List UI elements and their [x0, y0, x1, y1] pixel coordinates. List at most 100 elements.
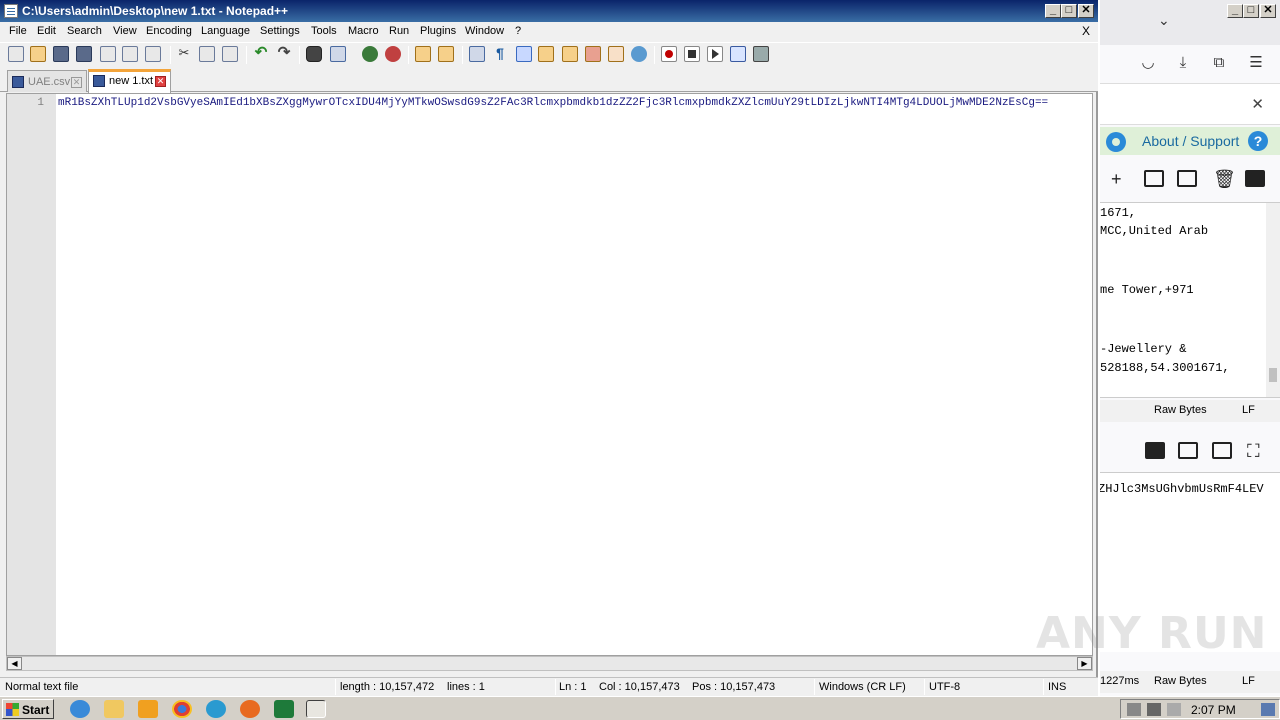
- internet-explorer-icon[interactable]: [70, 700, 90, 718]
- playback-macro-icon[interactable]: [707, 46, 723, 62]
- undo-icon[interactable]: ↶: [253, 45, 269, 62]
- trash-icon[interactable]: 🗑: [1213, 169, 1236, 190]
- editor-line-text[interactable]: mR1BsZXhTLUp1d2VsbGVyeSAmIEd1bXBsZXggMyw…: [58, 97, 1090, 109]
- tab-new-1-txt[interactable]: new 1.txt ✕: [88, 69, 171, 93]
- menu-encoding[interactable]: Encoding: [146, 25, 192, 37]
- gear-icon[interactable]: [1106, 132, 1126, 152]
- new-file-icon[interactable]: [8, 46, 24, 62]
- browser-close-button[interactable]: ✕: [1260, 4, 1276, 18]
- browser-restore-button[interactable]: □: [1243, 4, 1259, 18]
- scroll-thumb[interactable]: [1269, 368, 1277, 382]
- menu-help[interactable]: ?: [515, 25, 521, 37]
- zoom-in-icon[interactable]: [362, 46, 378, 62]
- redo-icon[interactable]: ↷: [276, 45, 292, 62]
- save-all-icon[interactable]: [76, 46, 92, 62]
- run-macro-multiple-icon[interactable]: [730, 46, 746, 62]
- maximize-button[interactable]: □: [1061, 4, 1077, 18]
- language-udl-icon[interactable]: [538, 46, 554, 62]
- replace-input-icon[interactable]: [1212, 442, 1232, 459]
- cut-icon[interactable]: ✂: [176, 46, 192, 62]
- input-pane[interactable]: 1671, MCC,United Arab me Tower,+971 -Jew…: [1100, 202, 1280, 398]
- about-support-link[interactable]: About / Support: [1142, 133, 1239, 149]
- save-macro-icon[interactable]: [753, 46, 769, 62]
- close-document-button[interactable]: X: [1082, 24, 1090, 38]
- media-player-icon[interactable]: [138, 700, 158, 718]
- function-list-icon[interactable]: [585, 46, 601, 62]
- open-folder-icon[interactable]: [1144, 170, 1164, 187]
- print-icon[interactable]: [145, 46, 161, 62]
- show-all-characters-icon[interactable]: ¶: [492, 46, 508, 62]
- notepadpp-taskbar-icon[interactable]: [306, 700, 326, 718]
- close-all-icon[interactable]: [122, 46, 138, 62]
- start-button[interactable]: Start: [2, 699, 54, 719]
- monitoring-eye-icon[interactable]: [631, 46, 647, 62]
- menu-tools[interactable]: Tools: [311, 25, 337, 37]
- about-support-bar[interactable]: About / Support ?: [1100, 127, 1280, 155]
- excel-icon[interactable]: [274, 700, 294, 718]
- tab-uae-csv[interactable]: UAE.csv ✕: [7, 70, 87, 92]
- save-icon[interactable]: [1145, 442, 1165, 459]
- open-file-icon[interactable]: [1177, 170, 1197, 187]
- minimize-button[interactable]: _: [1045, 4, 1061, 18]
- sync-vertical-icon[interactable]: [415, 46, 431, 62]
- record-macro-icon[interactable]: [661, 46, 677, 62]
- volume-icon[interactable]: [1127, 703, 1141, 716]
- menu-run[interactable]: Run: [389, 25, 409, 37]
- scroll-left-icon[interactable]: ◀: [7, 657, 22, 670]
- copy-icon[interactable]: [1178, 442, 1198, 459]
- download-icon[interactable]: ⤓: [1174, 54, 1192, 72]
- tab-close-icon[interactable]: ✕: [71, 77, 82, 88]
- eol-lf-label[interactable]: LF: [1242, 675, 1255, 687]
- menu-file[interactable]: File: [9, 25, 27, 37]
- zoom-out-icon[interactable]: [385, 46, 401, 62]
- explorer-icon[interactable]: [104, 700, 124, 718]
- chevron-down-icon[interactable]: ⌄: [1158, 12, 1170, 29]
- extensions-icon[interactable]: ⧉: [1210, 54, 1228, 72]
- network-icon[interactable]: [1147, 703, 1161, 716]
- menu-search[interactable]: Search: [67, 25, 102, 37]
- tab-close-icon[interactable]: ✕: [155, 76, 166, 87]
- edge-icon[interactable]: [206, 700, 226, 718]
- chrome-icon[interactable]: [172, 700, 192, 718]
- find-icon[interactable]: [306, 46, 322, 62]
- flag-icon[interactable]: [1167, 703, 1181, 716]
- vertical-scrollbar[interactable]: [1266, 203, 1280, 397]
- help-icon[interactable]: ?: [1248, 131, 1268, 151]
- title-bar[interactable]: C:\Users\admin\Desktop\new 1.txt - Notep…: [0, 0, 1098, 22]
- document-map-icon[interactable]: [562, 46, 578, 62]
- menu-settings[interactable]: Settings: [260, 25, 300, 37]
- paste-icon[interactable]: [222, 46, 238, 62]
- menu-view[interactable]: View: [113, 25, 137, 37]
- menu-window[interactable]: Window: [465, 25, 504, 37]
- close-file-icon[interactable]: [100, 46, 116, 62]
- horizontal-scrollbar[interactable]: ◀ ▶: [6, 656, 1093, 671]
- eol-lf-label[interactable]: LF: [1242, 404, 1255, 416]
- close-icon[interactable]: ✕: [1251, 95, 1264, 113]
- indent-guide-icon[interactable]: [516, 46, 532, 62]
- fullscreen-icon[interactable]: ⛶: [1247, 441, 1260, 462]
- menu-macro[interactable]: Macro: [348, 25, 379, 37]
- raw-bytes-label[interactable]: Raw Bytes: [1154, 404, 1207, 416]
- raw-bytes-label[interactable]: Raw Bytes: [1154, 675, 1207, 687]
- close-button[interactable]: ✕: [1078, 4, 1094, 18]
- sync-horizontal-icon[interactable]: [438, 46, 454, 62]
- menu-edit[interactable]: Edit: [37, 25, 56, 37]
- stop-recording-icon[interactable]: [684, 46, 700, 62]
- browser-minimize-button[interactable]: _: [1227, 4, 1243, 18]
- word-wrap-icon[interactable]: [469, 46, 485, 62]
- firefox-icon[interactable]: [240, 700, 260, 718]
- copy-icon[interactable]: [199, 46, 215, 62]
- replace-icon[interactable]: [330, 46, 346, 62]
- text-editor[interactable]: 1 mR1BsZXhTLUp1d2VsbGVyeSAmIEd1bXBsZXggM…: [6, 93, 1093, 656]
- add-input-icon[interactable]: +: [1111, 169, 1122, 190]
- folder-as-workspace-icon[interactable]: [608, 46, 624, 62]
- layout-icon[interactable]: [1245, 170, 1265, 187]
- menu-language[interactable]: Language: [201, 25, 250, 37]
- open-file-icon[interactable]: [30, 46, 46, 62]
- eol-label[interactable]: Windows (CR LF): [819, 681, 906, 693]
- pocket-icon[interactable]: ◡: [1139, 54, 1157, 72]
- encoding-label[interactable]: UTF-8: [929, 681, 960, 693]
- save-icon[interactable]: [53, 46, 69, 62]
- show-desktop-icon[interactable]: [1261, 703, 1275, 716]
- menu-plugins[interactable]: Plugins: [420, 25, 456, 37]
